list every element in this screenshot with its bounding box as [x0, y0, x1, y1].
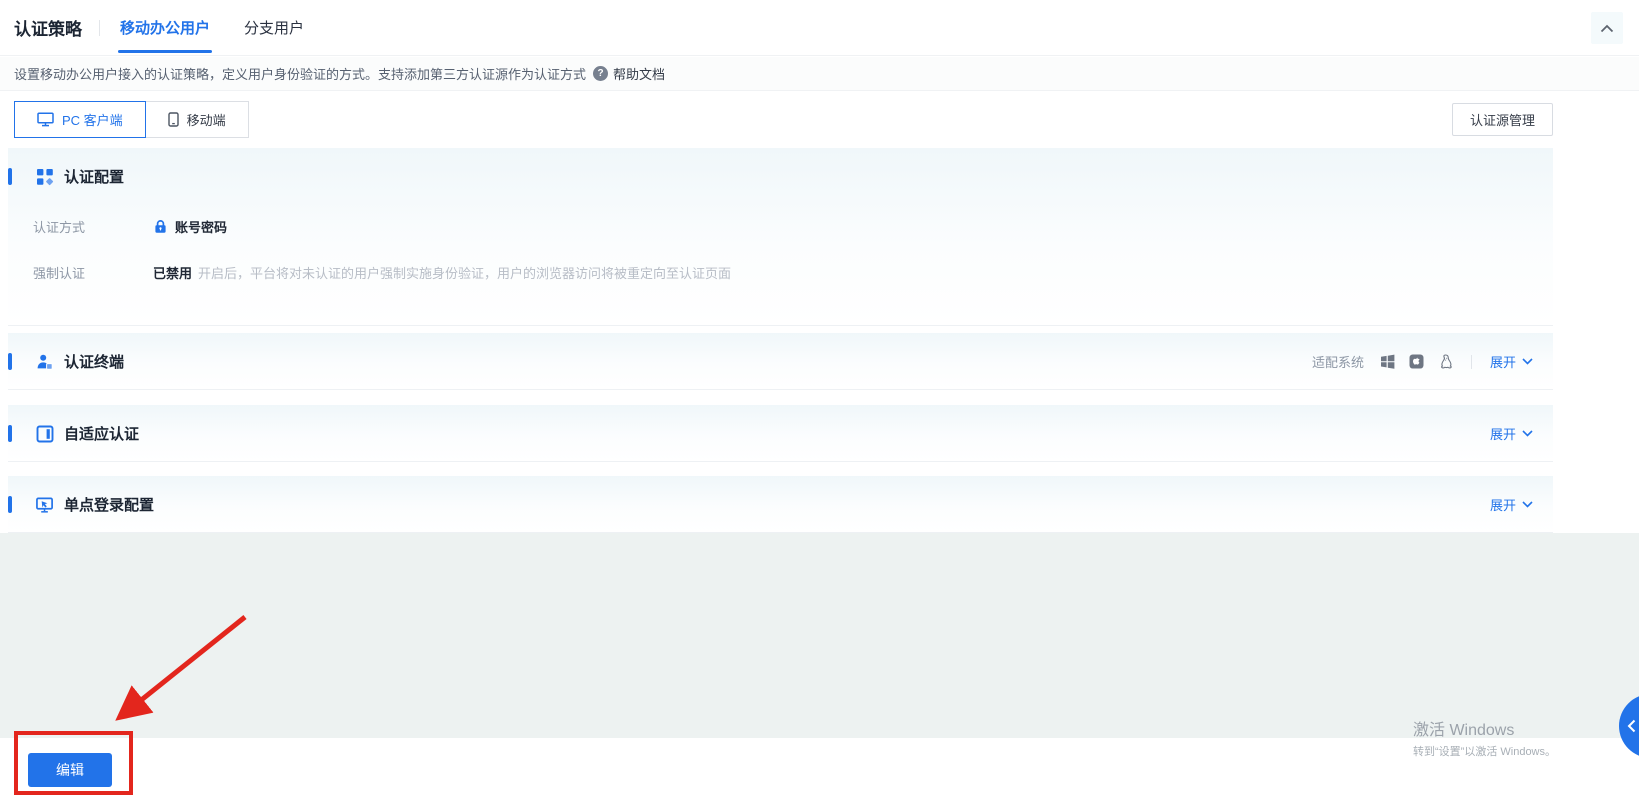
os-support-label: 适配系统 — [1311, 355, 1364, 370]
expand-label: 展开 — [1489, 355, 1516, 370]
section-auth-terminal: 认证终端 适配系统 展开 — [8, 333, 1553, 390]
linux-icon — [1438, 354, 1453, 369]
watermark-line1: 激活 Windows — [1413, 722, 1515, 739]
chevron-down-icon — [1522, 430, 1533, 437]
page-title: 认证策略 — [14, 20, 82, 39]
auth-source-manage-button[interactable]: 认证源管理 — [1451, 103, 1553, 136]
description-text: 设置移动办公用户接入的认证策略，定义用户身份验证的方式。支持添加第三方认证源作为… — [14, 67, 587, 82]
watermark-line2: 转到“设置”以激活 Windows。 — [1413, 746, 1557, 758]
auth-source-manage-label: 认证源管理 — [1469, 113, 1535, 128]
device-tab-pc-client[interactable]: PC 客户端 — [14, 101, 146, 138]
chevron-left-icon — [1627, 719, 1636, 733]
section-header-right: 展开 — [1490, 476, 1533, 533]
tab-branch-users[interactable]: 分支用户 — [244, 0, 304, 56]
macos-icon — [1409, 354, 1424, 369]
section-header: 认证终端 适配系统 展开 — [8, 333, 1553, 390]
expand-adaptive-auth-link[interactable]: 展开 — [1490, 424, 1533, 443]
section-header: 自适应认证 展开 — [8, 405, 1553, 462]
section-title: 认证终端 — [64, 354, 125, 371]
windows-icon — [1380, 354, 1395, 369]
tab-mobile-office-users[interactable]: 移动办公用户 — [117, 0, 213, 56]
separator — [1470, 354, 1472, 369]
collapse-panel-button[interactable] — [1591, 12, 1623, 44]
auth-method-row: 认证方式 账号密码 — [33, 214, 227, 238]
windows-activation-watermark: 激活 Windows 转到“设置”以激活 Windows。 — [1413, 716, 1556, 759]
device-tab-label: 移动端 — [186, 113, 226, 128]
edit-button[interactable]: 编辑 — [28, 753, 112, 787]
footer-bar — [0, 738, 1639, 801]
tab-label: 分支用户 — [244, 20, 305, 37]
section-adaptive-auth: 自适应认证 展开 — [8, 405, 1553, 462]
section-title: 认证配置 — [64, 169, 125, 186]
expand-label: 展开 — [1489, 498, 1516, 513]
auth-method-label: 认证方式 — [33, 219, 86, 235]
chevron-down-icon — [1522, 358, 1533, 365]
monitor-icon — [37, 112, 54, 127]
force-auth-status: 已禁用 — [153, 265, 193, 281]
user-icon — [36, 353, 54, 371]
sso-icon — [36, 496, 54, 514]
expand-auth-terminal-link[interactable]: 展开 — [1490, 352, 1533, 371]
section-title: 自适应认证 — [64, 426, 140, 443]
tab-label: 移动办公用户 — [120, 20, 211, 37]
auth-method-value: 账号密码 — [153, 217, 227, 236]
device-tab-mobile[interactable]: 移动端 — [144, 101, 249, 138]
expand-label: 展开 — [1489, 427, 1516, 442]
force-auth-row: 强制认证 已禁用 开启后，平台将对未认证的用户强制实施身份验证，用户的浏览器访问… — [33, 260, 731, 284]
grid-icon — [36, 168, 54, 186]
lock-icon — [155, 219, 166, 233]
auth-policy-page: 认证策略 移动办公用户 分支用户 设置移动办公用户接入的认证策略，定义用户身份验… — [0, 0, 1639, 801]
force-auth-label: 强制认证 — [33, 265, 86, 281]
title-divider — [99, 19, 100, 36]
device-tab-label: PC 客户端 — [62, 113, 123, 128]
description-bar: 设置移动办公用户接入的认证策略，定义用户身份验证的方式。支持添加第三方认证源作为… — [0, 57, 1639, 91]
section-auth-config: 认证配置 认证方式 账号密码 强制认证 已禁用 开启后，平台将对未认证的用户强制… — [8, 148, 1553, 326]
page-header: 认证策略 移动办公用户 分支用户 — [0, 0, 1639, 56]
toolbar: PC 客户端 移动端 认证源管理 — [0, 91, 1639, 148]
section-title: 单点登录配置 — [64, 497, 155, 514]
help-icon[interactable]: ? — [593, 66, 609, 81]
chevron-down-icon — [1522, 501, 1533, 508]
help-glyph: ? — [597, 68, 604, 79]
expand-sso-config-link[interactable]: 展开 — [1490, 495, 1533, 514]
device-tabs: PC 客户端 移动端 — [14, 101, 249, 138]
window-icon — [36, 425, 54, 443]
section-sso-config: 单点登录配置 展开 — [8, 476, 1553, 533]
section-header-right: 展开 — [1490, 405, 1533, 462]
content-background — [0, 533, 1639, 738]
chevron-up-icon — [1600, 24, 1614, 32]
help-doc-link[interactable]: 帮助文档 — [613, 64, 665, 83]
force-auth-desc: 开启后，平台将对未认证的用户强制实施身份验证，用户的浏览器访问将被重定向至认证页… — [198, 265, 732, 281]
mobile-icon — [167, 112, 179, 127]
section-header: 单点登录配置 展开 — [8, 476, 1553, 533]
section-header-right: 适配系统 展开 — [1312, 333, 1533, 390]
section-header: 认证配置 — [8, 148, 1553, 205]
auth-method-text: 账号密码 — [175, 219, 228, 235]
